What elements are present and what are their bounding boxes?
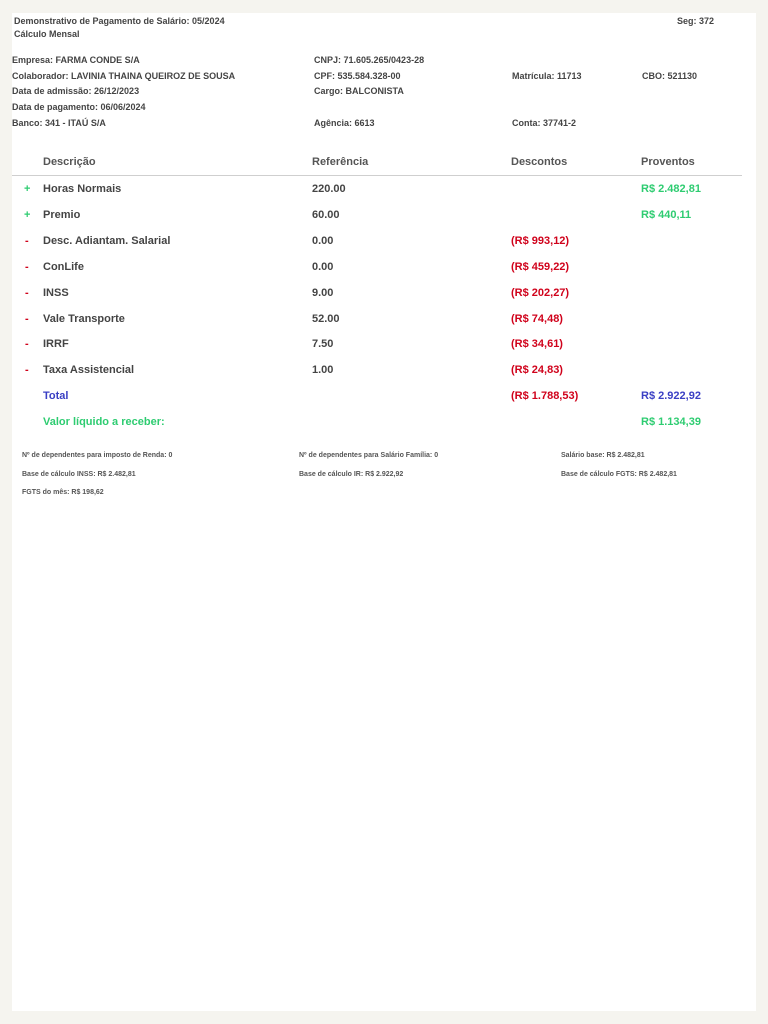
conta: Conta: 37741-2: [512, 118, 577, 128]
cbo: CBO: 521130: [642, 71, 698, 81]
row-desconto: (R$ 24,83): [511, 364, 563, 376]
header-divider: [12, 175, 742, 176]
row-desconto: (R$ 202,27): [511, 287, 570, 299]
cpf: CPF: 535.584.328-00: [314, 71, 401, 81]
matricula: Matrícula: 11713: [512, 71, 582, 81]
row-provento: R$ 440,11: [641, 209, 692, 221]
agencia: Agência: 6613: [314, 118, 375, 128]
row-descricao: Desc. Adiantam. Salarial: [43, 235, 171, 247]
cnpj: CNPJ: 71.605.265/0423-28: [314, 55, 425, 65]
row-desconto: (R$ 459,22): [511, 261, 570, 273]
valor-liquido-value: R$ 1.134,39: [641, 416, 701, 428]
row-descricao: Premio: [43, 209, 81, 221]
cargo: Cargo: BALCONISTA: [314, 86, 404, 96]
row-referencia: 52.00: [312, 313, 340, 325]
row-referencia: 0.00: [312, 261, 334, 273]
base-calculo-ir: Base de cálculo IR: R$ 2.922,92: [299, 471, 404, 478]
plus-sign-icon: +: [24, 209, 31, 221]
minus-sign-icon: -: [25, 261, 29, 273]
base-calculo-inss: Base de cálculo INSS: R$ 2.482,81: [22, 471, 136, 478]
base-calculo-fgts: Base de cálculo FGTS: R$ 2.482,81: [561, 471, 677, 478]
row-desconto: (R$ 74,48): [511, 313, 563, 325]
col-header-referencia: Referência: [312, 156, 369, 168]
document-subtitle: Cálculo Mensal: [14, 29, 80, 39]
row-referencia: 9.00: [312, 287, 334, 299]
row-referencia: 1.00: [312, 364, 334, 376]
row-desconto: (R$ 34,61): [511, 338, 563, 350]
row-descricao: INSS: [43, 287, 69, 299]
row-provento: R$ 2.482,81: [641, 183, 701, 195]
row-referencia: 7.50: [312, 338, 334, 350]
empresa: Empresa: FARMA CONDE S/A: [12, 55, 140, 65]
plus-sign-icon: +: [24, 183, 31, 195]
total-label: Total: [43, 390, 69, 402]
col-header-proventos: Proventos: [641, 156, 695, 168]
seg-number: Seg: 372: [677, 16, 715, 26]
row-descricao: Vale Transporte: [43, 313, 125, 325]
salario-base: Salário base: R$ 2.482,81: [561, 452, 645, 459]
minus-sign-icon: -: [25, 338, 29, 350]
total-descontos: (R$ 1.788,53): [511, 390, 579, 402]
fgts-mes: FGTS do mês: R$ 198,62: [22, 489, 104, 496]
minus-sign-icon: -: [25, 287, 29, 299]
minus-sign-icon: -: [25, 364, 29, 376]
row-descricao: IRRF: [43, 338, 69, 350]
dependentes-salario-familia: Nº de dependentes para Salário Família: …: [299, 452, 439, 459]
data-pagamento: Data de pagamento: 06/06/2024: [12, 102, 146, 112]
minus-sign-icon: -: [25, 235, 29, 247]
minus-sign-icon: -: [25, 313, 29, 325]
row-desconto: (R$ 993,12): [511, 235, 570, 247]
row-descricao: Horas Normais: [43, 183, 122, 195]
col-header-descricao: Descrição: [43, 156, 96, 168]
valor-liquido-label: Valor líquido a receber:: [43, 416, 165, 428]
row-referencia: 220.00: [312, 183, 346, 195]
total-proventos: R$ 2.922,92: [641, 390, 701, 402]
row-descricao: ConLife: [43, 261, 84, 273]
col-header-descontos: Descontos: [511, 156, 568, 168]
dependentes-ir: Nº de dependentes para imposto de Renda:…: [22, 452, 173, 459]
colaborador: Colaborador: LAVINIA THAINA QUEIROZ DE S…: [12, 71, 236, 81]
row-descricao: Taxa Assistencial: [43, 364, 135, 376]
row-referencia: 0.00: [312, 235, 334, 247]
document-title: Demonstrativo de Pagamento de Salário: 0…: [14, 16, 225, 26]
data-admissao: Data de admissão: 26/12/2023: [12, 86, 140, 96]
banco: Banco: 341 - ITAÚ S/A: [12, 118, 106, 128]
row-referencia: 60.00: [312, 209, 340, 221]
